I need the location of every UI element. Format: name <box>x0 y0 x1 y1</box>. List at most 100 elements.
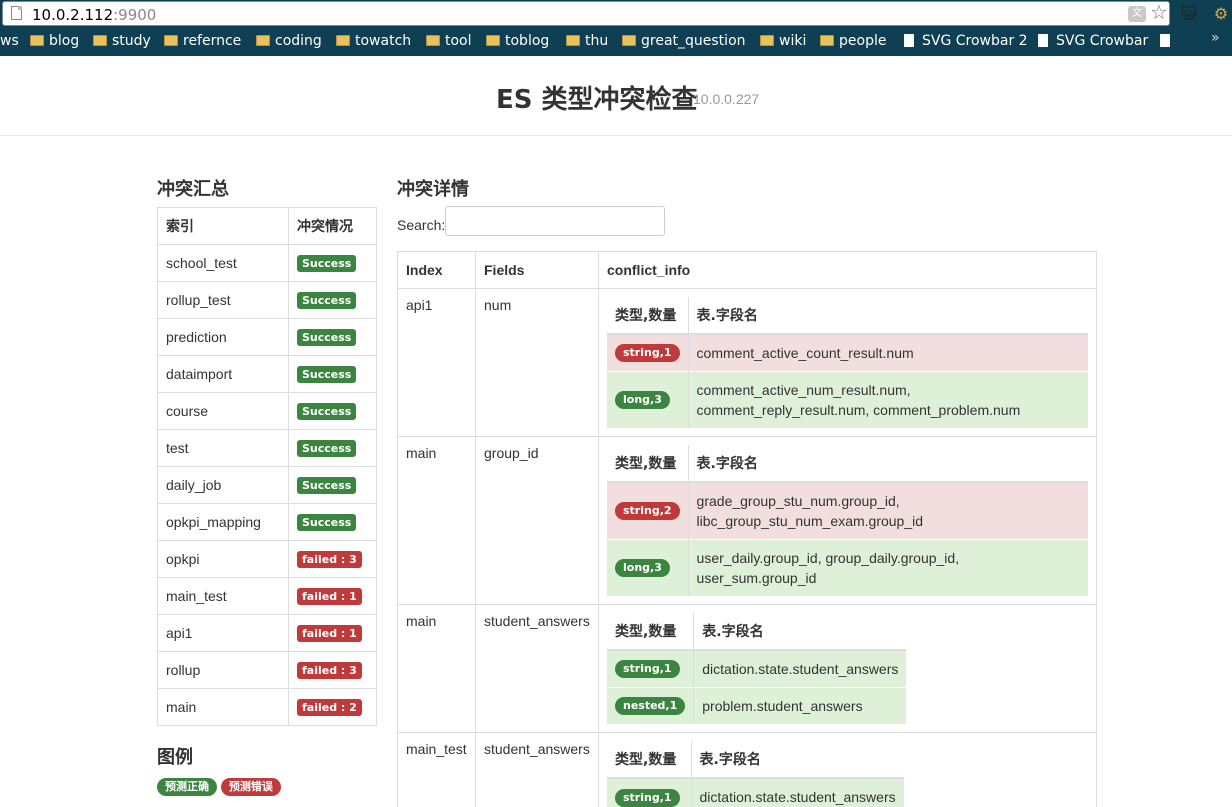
bookmark-item[interactable]: ws <box>0 32 19 52</box>
bookmark-item[interactable]: blog <box>30 32 79 52</box>
conflict-row: string,2 grade_group_stu_num.group_id, lib… <box>607 481 1088 539</box>
summary-row: api1 failed : 1 <box>157 614 377 652</box>
type-count-badge: string,1 <box>615 344 680 363</box>
detail-col-index[interactable]: Index <box>397 251 476 289</box>
bookmark-label: towatch <box>355 33 412 49</box>
bookmark-star-icon[interactable]: ☆ <box>1150 2 1168 24</box>
folder-icon <box>426 35 440 46</box>
status-badge: failed : 3 <box>297 662 362 679</box>
bookmark-item[interactable]: thu <box>566 32 608 52</box>
translate-icon[interactable]: 文 <box>1128 6 1146 22</box>
bookmarks-overflow-icon[interactable]: » <box>1211 30 1220 46</box>
conflict-col-type: 类型,数量 <box>607 613 694 651</box>
address-bar[interactable]: 10.0.2.112:9900 文 ☆ <box>2 1 1170 26</box>
bookmark-item[interactable]: tool <box>426 32 472 52</box>
page-icon <box>1160 34 1170 47</box>
folder-icon <box>164 35 178 46</box>
extension-cat-icon[interactable]: 🐱 <box>1178 4 1200 26</box>
summary-status-cell: Success <box>288 466 377 504</box>
page-title: ES 类型冲突检查 <box>496 85 698 115</box>
summary-index-cell: course <box>157 392 289 430</box>
search-input[interactable] <box>445 206 665 236</box>
conflict-col-fields: 表.字段名 <box>690 741 904 779</box>
detail-row: main_test student_answers 类型,数量 表.字段名 string… <box>397 732 1097 807</box>
bookmark-label: coding <box>275 33 322 49</box>
detail-row: main group_id 类型,数量 表.字段名 string,2 grade_grou… <box>397 436 1097 605</box>
status-badge: failed : 1 <box>297 588 362 605</box>
conflict-col-type: 类型,数量 <box>607 741 691 779</box>
page-icon <box>1038 34 1048 47</box>
legend: 预测正确 预测错误 <box>157 777 281 796</box>
bookmark-item[interactable]: people <box>820 32 886 52</box>
detail-field-cell: student_answers <box>475 604 599 733</box>
conflict-row: long,3 comment_active_num_result.num, comm… <box>607 370 1088 428</box>
conflict-fields-cell: dictation.state.student_answers <box>693 649 907 687</box>
conflict-info-cell: 类型,数量 表.字段名 string,1 comment_active_count_r… <box>598 288 1097 437</box>
folder-icon <box>256 35 270 46</box>
bookmarks-bar: ws blog study refernce coding towatch tool tobl… <box>0 28 1232 54</box>
summary-col-status: 冲突情况 <box>288 207 377 245</box>
bookmark-label: ws <box>0 33 19 49</box>
detail-table: Index Fields conflict_info api1 num 类型,数量表… <box>397 251 1097 807</box>
conflict-col-fields: 表.字段名 <box>693 613 907 651</box>
summary-status-cell: Success <box>288 355 377 393</box>
gear-icon[interactable]: ⚙ <box>1210 4 1232 26</box>
folder-icon <box>93 35 107 46</box>
conflict-fields-cell: problem.student_answers <box>693 686 907 724</box>
summary-row: prediction Success <box>157 318 377 356</box>
summary-row: school_test Success <box>157 244 377 282</box>
url-text[interactable]: 10.0.2.112:9900 <box>32 6 156 24</box>
summary-header-row: 索引 冲突情况 <box>157 207 377 245</box>
legend-correct-badge: 预测正确 <box>157 778 217 796</box>
summary-row: rollup_test Success <box>157 281 377 319</box>
summary-index-cell: prediction <box>157 318 289 356</box>
bookmark-item[interactable]: wiki <box>760 32 806 52</box>
summary-status-cell: Success <box>288 503 377 541</box>
bookmark-item[interactable]: study <box>93 32 151 52</box>
detail-index-cell: main <box>397 436 476 605</box>
status-badge: Success <box>297 477 357 494</box>
conflict-col-type: 类型,数量 <box>607 297 689 335</box>
bookmark-label: refernce <box>183 33 242 49</box>
type-count-badge: long,3 <box>615 559 670 578</box>
summary-index-cell: test <box>157 429 289 467</box>
conflict-type-cell: string,1 <box>607 333 689 371</box>
field-line: comment_reply_result.num, comment_proble… <box>696 401 1021 418</box>
field-line: user_sum.group_id <box>696 569 817 586</box>
bookmark-item[interactable]: refernce <box>164 32 241 52</box>
bookmark-item[interactable]: towatch <box>336 32 411 52</box>
bookmark-item[interactable]: great_question <box>622 32 746 52</box>
conflict-header-row: 类型,数量 表.字段名 <box>607 297 1088 335</box>
conflict-type-cell: nested,1 <box>607 686 694 724</box>
detail-col-conflict-info[interactable]: conflict_info <box>598 251 1097 289</box>
conflict-type-cell: string,1 <box>607 777 691 807</box>
bookmark-item[interactable]: toblog <box>486 32 549 52</box>
summary-index-cell: opkpi_mapping <box>157 503 289 541</box>
conflict-col-type: 类型,数量 <box>607 445 689 483</box>
conflict-fields-cell: grade_group_stu_num.group_id, libc_group_… <box>687 481 1088 539</box>
type-count-badge: string,1 <box>615 788 680 807</box>
bookmark-item[interactable]: SVG Crowbar <box>1038 32 1148 52</box>
detail-field-cell: student_answers <box>475 732 599 807</box>
summary-index-cell: api1 <box>157 614 289 652</box>
search-label: Search: <box>397 217 446 233</box>
conflict-fields-cell: comment_active_num_result.num, comment_re… <box>687 370 1088 428</box>
bookmark-item[interactable]: coding <box>256 32 322 52</box>
field-line: dictation.state.student_answers <box>702 660 899 677</box>
conflict-info-cell: 类型,数量 表.字段名 string,2 grade_group_stu_num.gr… <box>598 436 1097 605</box>
conflict-table: 类型,数量 表.字段名 string,1 dictation.state.studen… <box>607 741 904 807</box>
bookmark-label: great_question <box>641 33 746 49</box>
status-badge: Success <box>297 440 357 457</box>
bookmark-item[interactable] <box>1160 32 1178 52</box>
legend-wrong-badge: 预测错误 <box>220 778 281 796</box>
detail-col-fields[interactable]: Fields <box>475 251 599 289</box>
conflict-col-fields: 表.字段名 <box>687 297 1088 335</box>
conflict-fields-cell: comment_active_count_result.num <box>687 333 1088 371</box>
bookmark-item[interactable]: SVG Crowbar 2 <box>904 32 1028 52</box>
conflict-row: nested,1 problem.student_answers <box>607 686 907 724</box>
conflict-type-cell: string,2 <box>607 481 689 539</box>
field-line: problem.student_answers <box>702 697 863 714</box>
detail-index-cell: main_test <box>397 732 476 807</box>
conflict-header-row: 类型,数量 表.字段名 <box>607 445 1088 483</box>
summary-status-cell: Success <box>288 429 377 467</box>
